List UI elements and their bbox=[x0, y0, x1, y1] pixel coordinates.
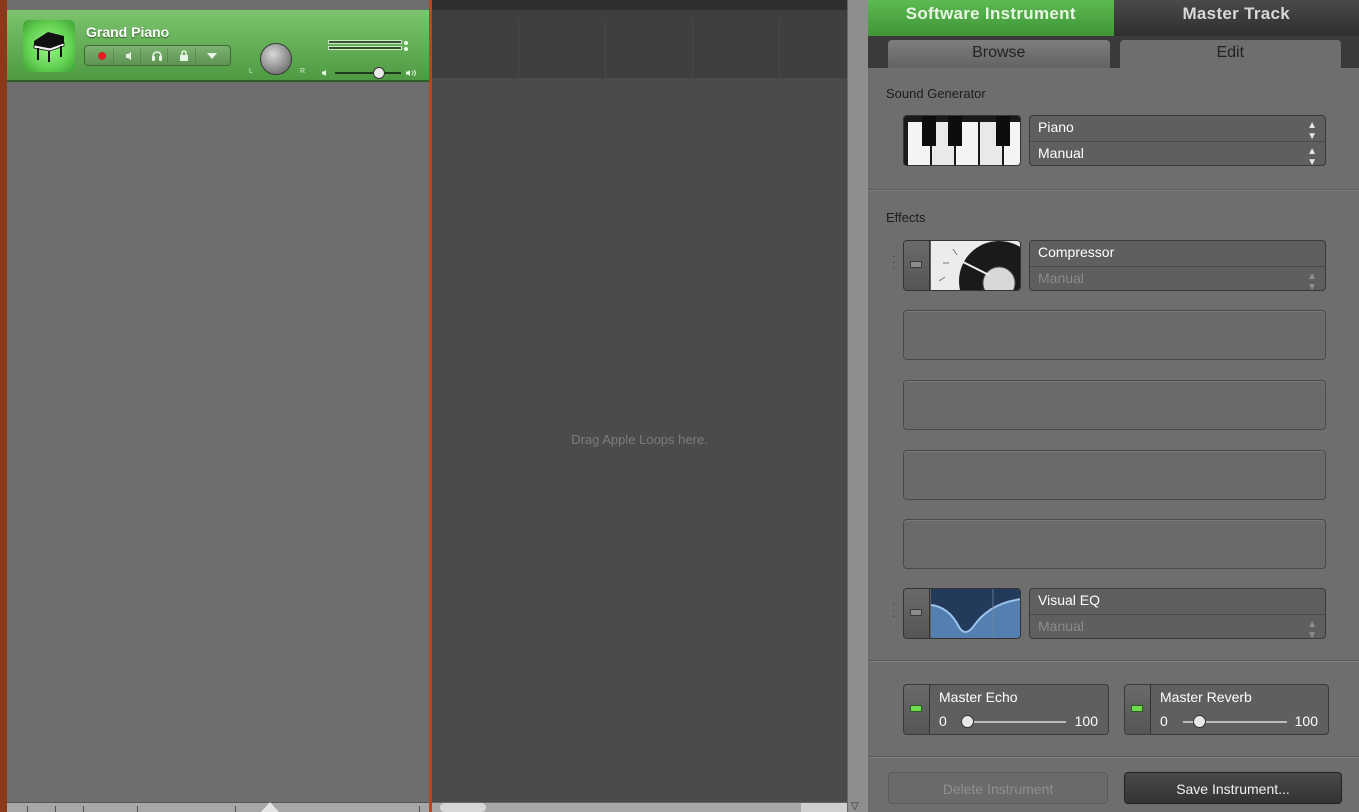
track-type-tabs: Software Instrument Master Track bbox=[868, 0, 1359, 36]
volume-high-icon bbox=[406, 69, 416, 77]
divider bbox=[868, 189, 1359, 191]
speaker-mute-icon bbox=[125, 51, 131, 60]
timeline-area[interactable]: Drag Apple Loops here. bbox=[432, 0, 847, 812]
scroll-arrows[interactable] bbox=[801, 803, 847, 812]
track-header[interactable]: Grand Piano L R bbox=[7, 10, 429, 82]
record-icon bbox=[98, 51, 107, 60]
track-zoom-ruler[interactable] bbox=[7, 802, 429, 812]
lock-icon bbox=[180, 50, 189, 61]
triangle-down-icon bbox=[207, 52, 218, 59]
master-echo-slider-thumb[interactable] bbox=[961, 715, 975, 728]
horizontal-scrollbar[interactable] bbox=[432, 802, 847, 812]
master-reverb-toggle[interactable] bbox=[1125, 685, 1151, 734]
empty-effect-slot[interactable] bbox=[903, 450, 1326, 500]
compressor-label: Compressor bbox=[1038, 244, 1115, 260]
pan-right-label: R bbox=[300, 68, 306, 75]
instrument-value: Piano bbox=[1038, 119, 1074, 135]
volume-slider-thumb[interactable] bbox=[373, 67, 385, 79]
divider bbox=[868, 756, 1359, 758]
master-reverb-label: Master Reverb bbox=[1160, 689, 1252, 705]
solo-button[interactable] bbox=[146, 48, 169, 63]
master-echo-control: Master Echo 0 100 bbox=[903, 684, 1109, 735]
compressor-name[interactable]: Compressor bbox=[1030, 241, 1325, 266]
horizontal-scroll-thumb[interactable] bbox=[440, 803, 486, 812]
eq-curve-icon bbox=[931, 589, 1020, 638]
lock-button[interactable] bbox=[174, 48, 196, 63]
compressor-preset-select[interactable]: Manual ▲ ▼ bbox=[1030, 266, 1325, 293]
echo-on-led bbox=[910, 705, 922, 712]
tab-edit[interactable]: Edit bbox=[1119, 40, 1341, 68]
updown-arrow-icon: ▲ ▼ bbox=[1307, 619, 1317, 641]
save-instrument-button[interactable]: Save Instrument... bbox=[1124, 772, 1342, 804]
visual-eq-preset-select[interactable]: Manual ▲ ▼ bbox=[1030, 614, 1325, 641]
sound-generator-title: Sound Generator bbox=[886, 86, 986, 101]
master-echo-max: 100 bbox=[1074, 713, 1098, 729]
record-enable-button[interactable] bbox=[92, 48, 114, 63]
compressor-select: Compressor Manual ▲ ▼ bbox=[1029, 240, 1326, 293]
grand-piano-icon bbox=[23, 20, 75, 72]
pan-left-label: L bbox=[249, 68, 253, 75]
track-info-panel: Software Instrument Master Track Browse … bbox=[868, 0, 1359, 812]
instrument-select[interactable]: Piano ▲ ▼ bbox=[1030, 116, 1325, 142]
master-echo-slider[interactable] bbox=[962, 721, 1066, 723]
visual-eq-name[interactable]: Visual EQ bbox=[1030, 589, 1325, 614]
tab-software-instrument[interactable]: Software Instrument bbox=[868, 0, 1114, 36]
empty-effect-slot[interactable] bbox=[903, 310, 1326, 360]
mute-button[interactable] bbox=[119, 48, 142, 63]
empty-effect-slot[interactable] bbox=[903, 519, 1326, 569]
updown-arrow-icon: ▲ ▼ bbox=[1307, 146, 1317, 168]
timeline-region-lane[interactable] bbox=[432, 0, 847, 88]
track-control-strip bbox=[84, 45, 231, 66]
sound-generator-select: Piano ▲ ▼ Manual ▲ ▼ bbox=[1029, 115, 1326, 168]
tab-browse[interactable]: Browse bbox=[888, 40, 1110, 68]
compressor-slot[interactable] bbox=[903, 240, 1021, 291]
master-echo-label: Master Echo bbox=[939, 689, 1018, 705]
drag-handle-icon[interactable]: · · · bbox=[892, 252, 896, 274]
browse-edit-tabs: Browse Edit bbox=[868, 36, 1359, 68]
track-volume-slider[interactable] bbox=[321, 67, 421, 79]
drag-handle-icon[interactable]: · · · bbox=[892, 600, 896, 622]
generator-preset-select[interactable]: Manual ▲ ▼ bbox=[1030, 141, 1325, 168]
visual-eq-slot[interactable] bbox=[903, 588, 1021, 639]
master-reverb-control: Master Reverb 0 100 bbox=[1124, 684, 1329, 735]
garageband-window: Grand Piano L R Drag Apple Loops here. ▽… bbox=[0, 0, 1359, 812]
tab-master-track[interactable]: Master Track bbox=[1113, 0, 1359, 36]
divider bbox=[868, 660, 1359, 662]
visual-eq-label: Visual EQ bbox=[1038, 592, 1100, 608]
master-reverb-max: 100 bbox=[1294, 713, 1318, 729]
visual-eq-select: Visual EQ Manual ▲ ▼ bbox=[1029, 588, 1326, 641]
reverb-on-led bbox=[1131, 705, 1143, 712]
master-echo-min: 0 bbox=[939, 713, 947, 729]
compressor-enable-toggle[interactable] bbox=[904, 241, 930, 290]
updown-arrow-icon: ▲ ▼ bbox=[1307, 271, 1317, 293]
volume-low-icon bbox=[322, 70, 326, 76]
visual-eq-preset-value: Manual bbox=[1038, 618, 1084, 634]
piano-keys-icon bbox=[904, 116, 1020, 165]
delete-instrument-button[interactable]: Delete Instrument bbox=[888, 772, 1108, 804]
updown-arrow-icon: ▲ ▼ bbox=[1307, 120, 1317, 142]
master-echo-toggle[interactable] bbox=[904, 685, 930, 734]
zoom-slider-thumb[interactable] bbox=[261, 802, 279, 812]
effects-title: Effects bbox=[886, 210, 926, 225]
vertical-scrollbar[interactable]: ▽ bbox=[847, 0, 868, 812]
level-meter bbox=[328, 40, 408, 54]
drop-loops-hint: Drag Apple Loops here. bbox=[571, 432, 708, 447]
piano-keys-thumbnail[interactable] bbox=[903, 115, 1021, 166]
empty-effect-slot[interactable] bbox=[903, 380, 1326, 430]
scroll-down-arrow-icon[interactable]: ▽ bbox=[851, 801, 859, 812]
track-header-column: Grand Piano L R bbox=[0, 0, 432, 812]
master-reverb-min: 0 bbox=[1160, 713, 1168, 729]
visual-eq-enable-toggle[interactable] bbox=[904, 589, 930, 638]
track-name[interactable]: Grand Piano bbox=[86, 24, 169, 40]
compressor-preset-value: Manual bbox=[1038, 270, 1084, 286]
master-reverb-slider-thumb[interactable] bbox=[1192, 715, 1206, 728]
pan-knob[interactable] bbox=[260, 43, 292, 75]
headphones-icon bbox=[151, 51, 162, 61]
track-details-button[interactable] bbox=[201, 48, 223, 63]
generator-preset-value: Manual bbox=[1038, 145, 1084, 161]
compressor-icon bbox=[931, 241, 1020, 290]
